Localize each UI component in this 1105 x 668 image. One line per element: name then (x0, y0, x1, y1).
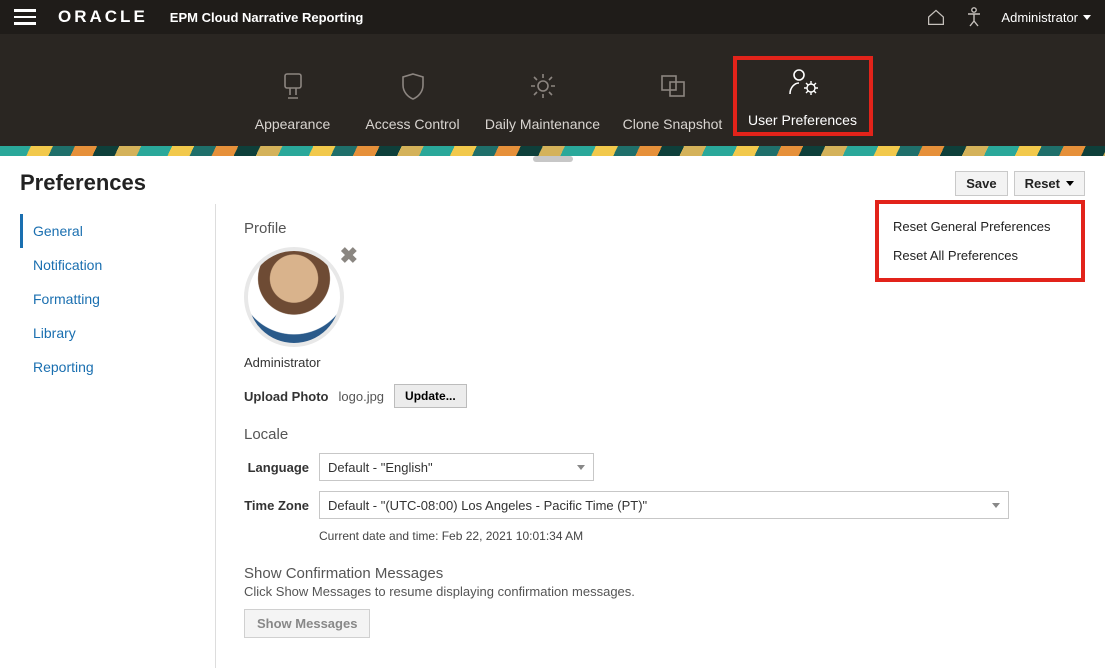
reset-dropdown: Reset General Preferences Reset All Pref… (875, 200, 1085, 282)
nav-tab-label: Daily Maintenance (485, 116, 600, 132)
user-menu[interactable]: Administrator (1001, 10, 1091, 25)
locale-section-title: Locale (244, 426, 1085, 443)
nav-tab-label: Appearance (255, 116, 331, 132)
nav-tab-label: Access Control (365, 116, 459, 132)
language-select[interactable]: Default - "English" (319, 453, 594, 481)
reset-all-option[interactable]: Reset All Preferences (879, 241, 1081, 270)
nav-tab-label: User Preferences (748, 112, 857, 128)
show-messages-button[interactable]: Show Messages (244, 609, 370, 638)
home-icon[interactable] (923, 4, 949, 30)
page-header: Preferences Save Reset (0, 156, 1105, 204)
avatar (244, 247, 344, 347)
accessibility-icon[interactable] (961, 4, 987, 30)
upload-file-name: logo.jpg (339, 389, 385, 404)
confirm-subtitle: Click Show Messages to resume displaying… (244, 584, 1085, 599)
side-tab-reporting[interactable]: Reporting (20, 350, 215, 384)
clone-icon (613, 64, 733, 108)
chevron-down-icon (1066, 181, 1074, 186)
timezone-value: Default - "(UTC-08:00) Los Angeles - Pac… (328, 498, 647, 513)
avatar-wrap: ✖ (244, 247, 354, 347)
save-button[interactable]: Save (955, 171, 1007, 196)
shield-icon (353, 64, 473, 108)
decorative-stripe (0, 146, 1105, 156)
language-label: Language (244, 460, 319, 475)
chevron-down-icon (1083, 15, 1091, 20)
timezone-select[interactable]: Default - "(UTC-08:00) Los Angeles - Pac… (319, 491, 1009, 519)
user-label: Administrator (1001, 10, 1078, 25)
nav-tab-appearance[interactable]: Appearance (233, 56, 353, 136)
side-tab-notification[interactable]: Notification (20, 248, 215, 282)
current-time-hint: Current date and time: Feb 22, 2021 10:0… (244, 529, 1085, 543)
nav-tab-access-control[interactable]: Access Control (353, 56, 473, 136)
language-value: Default - "English" (328, 460, 433, 475)
reset-general-option[interactable]: Reset General Preferences (879, 212, 1081, 241)
nav-tab-clone-snapshot[interactable]: Clone Snapshot (613, 56, 733, 136)
confirm-title: Show Confirmation Messages (244, 565, 1085, 582)
global-header: ORACLE EPM Cloud Narrative Reporting Adm… (0, 0, 1105, 34)
language-row: Language Default - "English" (244, 453, 1085, 481)
tools-nav: Appearance Access Control Daily Maintena… (0, 34, 1105, 146)
oracle-logo: ORACLE (58, 7, 148, 27)
app-title: EPM Cloud Narrative Reporting (170, 10, 364, 25)
side-tab-general[interactable]: General (20, 214, 215, 248)
chevron-down-icon (992, 503, 1000, 508)
upload-row: Upload Photo logo.jpg Update... (244, 384, 1085, 408)
nav-tab-daily-maintenance[interactable]: Daily Maintenance (473, 56, 613, 136)
nav-tab-label: Clone Snapshot (623, 116, 723, 132)
side-tab-library[interactable]: Library (20, 316, 215, 350)
appearance-icon (233, 64, 353, 108)
reset-button[interactable]: Reset (1014, 171, 1085, 196)
menu-icon[interactable] (14, 6, 36, 28)
timezone-row: Time Zone Default - "(UTC-08:00) Los Ang… (244, 491, 1085, 519)
confirm-block: Show Confirmation Messages Click Show Me… (244, 565, 1085, 638)
upload-photo-label: Upload Photo (244, 389, 329, 404)
chevron-down-icon (577, 465, 585, 470)
update-photo-button[interactable]: Update... (394, 384, 467, 408)
preferences-side-tabs: General Notification Formatting Library … (20, 204, 215, 668)
timezone-label: Time Zone (244, 498, 319, 513)
user-gear-icon (737, 60, 869, 104)
remove-photo-icon[interactable]: ✖ (340, 243, 358, 269)
side-tab-formatting[interactable]: Formatting (20, 282, 215, 316)
nav-tab-user-preferences[interactable]: User Preferences (733, 56, 873, 136)
profile-display-name: Administrator (244, 355, 1085, 370)
page-title: Preferences (20, 170, 146, 196)
reset-label: Reset (1025, 176, 1060, 191)
gear-icon (473, 64, 613, 108)
